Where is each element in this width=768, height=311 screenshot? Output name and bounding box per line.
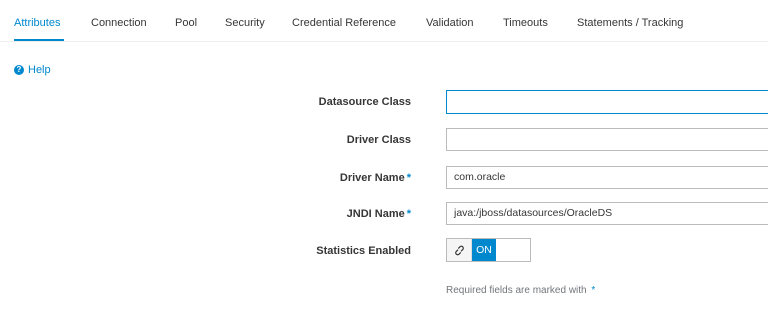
driver-name-input[interactable]: com.oracle xyxy=(446,166,768,189)
datasource-class-label-text: Datasource Class xyxy=(318,96,411,108)
attributes-page: Attributes Connection Pool Security Cred… xyxy=(0,0,768,311)
jndi-name-input[interactable]: java:/jboss/datasources/OracleDS xyxy=(446,202,768,225)
tab-attributes[interactable]: Attributes xyxy=(14,17,60,29)
help-link[interactable]: ? Help xyxy=(14,64,51,76)
jndi-name-label-text: JNDI Name xyxy=(346,208,405,220)
statistics-enabled-label: Statistics Enabled xyxy=(316,245,411,257)
tab-security[interactable]: Security xyxy=(225,17,265,29)
tab-timeouts[interactable]: Timeouts xyxy=(503,17,548,29)
active-tab-indicator xyxy=(14,39,64,41)
datasource-class-label: Datasource Class xyxy=(319,96,411,108)
datasource-class-input[interactable] xyxy=(446,90,768,114)
driver-class-label-text: Driver Class xyxy=(346,134,411,146)
question-circle-icon: ? xyxy=(14,65,24,75)
required-marker: * xyxy=(406,208,411,220)
required-marker: * xyxy=(591,285,596,296)
required-marker: * xyxy=(406,172,411,184)
driver-class-input[interactable] xyxy=(446,128,768,151)
link-icon xyxy=(454,245,464,255)
tab-bar: Attributes Connection Pool Security Cred… xyxy=(0,0,768,42)
required-note-text: Required fields are marked with xyxy=(446,285,587,296)
tab-pool[interactable]: Pool xyxy=(175,17,197,29)
driver-class-label: Driver Class xyxy=(347,134,411,146)
tab-validation[interactable]: Validation xyxy=(426,17,474,29)
tab-credential-reference[interactable]: Credential Reference xyxy=(292,17,396,29)
statistics-enabled-label-text: Statistics Enabled xyxy=(316,245,411,257)
statistics-enabled-switch[interactable]: ON xyxy=(446,238,531,262)
switch-handle[interactable] xyxy=(447,239,472,261)
tab-connection[interactable]: Connection xyxy=(91,17,147,29)
required-fields-note: Required fields are marked with * xyxy=(446,285,595,296)
tab-statements-tracking[interactable]: Statements / Tracking xyxy=(577,17,683,29)
driver-name-label-text: Driver Name xyxy=(339,172,405,184)
jndi-name-label: JNDI Name * xyxy=(347,208,411,220)
help-label: Help xyxy=(28,64,51,76)
driver-name-label: Driver Name * xyxy=(340,172,411,184)
switch-on-label: ON xyxy=(472,239,496,261)
